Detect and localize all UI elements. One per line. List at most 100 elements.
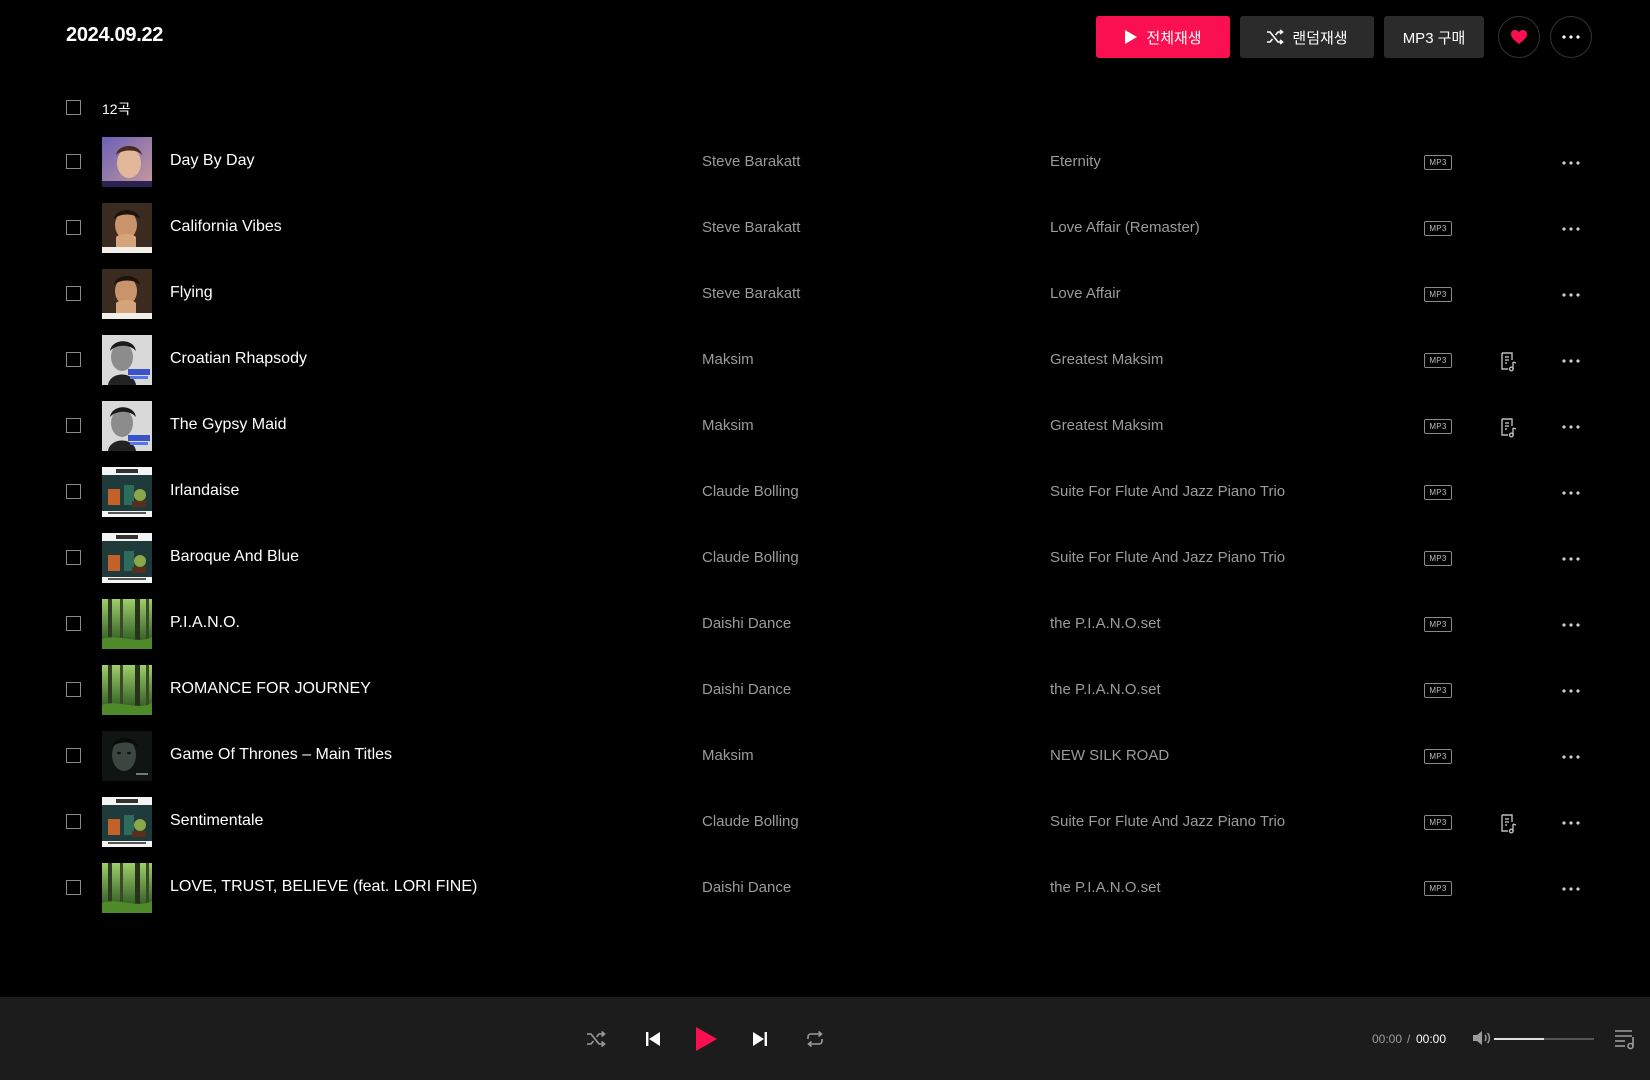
album-art[interactable]: [102, 203, 152, 253]
more-options-button[interactable]: [1550, 16, 1592, 58]
album-art[interactable]: [102, 665, 152, 715]
track-title[interactable]: LOVE, TRUST, BELIEVE (feat. LORI FINE): [170, 878, 477, 896]
track-artist[interactable]: Maksim: [702, 417, 754, 434]
album-art[interactable]: [102, 797, 152, 847]
track-album[interactable]: the P.I.A.N.O.set: [1050, 879, 1161, 896]
track-artist[interactable]: Claude Bolling: [702, 483, 799, 500]
track-artist[interactable]: Maksim: [702, 747, 754, 764]
track-album[interactable]: Eternity: [1050, 153, 1101, 170]
track-row[interactable]: P.I.A.N.O. Daishi Dance the P.I.A.N.O.set M…: [0, 592, 1650, 658]
track-artist[interactable]: Daishi Dance: [702, 879, 791, 896]
track-more-button[interactable]: [1560, 218, 1582, 240]
track-title[interactable]: P.I.A.N.O.: [170, 614, 240, 632]
album-art[interactable]: [102, 401, 152, 451]
track-checkbox[interactable]: [66, 616, 81, 631]
album-art[interactable]: [102, 137, 152, 187]
track-checkbox[interactable]: [66, 220, 81, 235]
track-row[interactable]: Baroque And Blue Claude Bolling Suite For …: [0, 526, 1650, 592]
album-art[interactable]: [102, 863, 152, 913]
track-checkbox[interactable]: [66, 154, 81, 169]
track-album[interactable]: Greatest Maksim: [1050, 417, 1163, 434]
album-art[interactable]: [102, 467, 152, 517]
track-album[interactable]: Love Affair: [1050, 285, 1121, 302]
previous-button[interactable]: [635, 1021, 671, 1057]
mp3-badge[interactable]: MP3: [1424, 815, 1452, 830]
track-title[interactable]: ROMANCE FOR JOURNEY: [170, 680, 371, 698]
track-artist[interactable]: Claude Bolling: [702, 549, 799, 566]
track-row[interactable]: Flying Steve Barakatt Love Affair MP3: [0, 262, 1650, 328]
volume-button[interactable]: [1470, 1027, 1492, 1049]
track-checkbox[interactable]: [66, 748, 81, 763]
track-more-button[interactable]: [1560, 152, 1582, 174]
track-checkbox[interactable]: [66, 880, 81, 895]
album-art[interactable]: [102, 335, 152, 385]
shuffle-button[interactable]: [578, 1021, 614, 1057]
track-more-button[interactable]: [1560, 680, 1582, 702]
track-album[interactable]: the P.I.A.N.O.set: [1050, 615, 1161, 632]
next-button[interactable]: [742, 1021, 778, 1057]
track-row[interactable]: Day By Day Steve Barakatt Eternity MP3: [0, 130, 1650, 196]
track-artist[interactable]: Steve Barakatt: [702, 153, 800, 170]
track-checkbox[interactable]: [66, 352, 81, 367]
lyrics-button[interactable]: [1497, 350, 1519, 372]
track-artist[interactable]: Maksim: [702, 351, 754, 368]
mp3-badge[interactable]: MP3: [1424, 617, 1452, 632]
mp3-badge[interactable]: MP3: [1424, 419, 1452, 434]
lyrics-button[interactable]: [1497, 416, 1519, 438]
track-more-button[interactable]: [1560, 614, 1582, 636]
track-checkbox[interactable]: [66, 286, 81, 301]
track-title[interactable]: Croatian Rhapsody: [170, 350, 307, 368]
track-row[interactable]: ROMANCE FOR JOURNEY Daishi Dance the P.I.A…: [0, 658, 1650, 724]
track-row[interactable]: LOVE, TRUST, BELIEVE (feat. LORI FINE) Da…: [0, 856, 1650, 922]
track-row[interactable]: The Gypsy Maid Maksim Greatest Maksim MP3: [0, 394, 1650, 460]
track-title[interactable]: Game Of Thrones – Main Titles: [170, 746, 392, 764]
track-album[interactable]: Suite For Flute And Jazz Piano Trio: [1050, 813, 1285, 830]
track-more-button[interactable]: [1560, 482, 1582, 504]
track-title[interactable]: Irlandaise: [170, 482, 239, 500]
track-row[interactable]: Irlandaise Claude Bolling Suite For Flute …: [0, 460, 1650, 526]
track-row[interactable]: Game Of Thrones – Main Titles Maksim NEW S…: [0, 724, 1650, 790]
lyrics-button[interactable]: [1497, 812, 1519, 834]
track-title[interactable]: Flying: [170, 284, 213, 302]
track-album[interactable]: NEW SILK ROAD: [1050, 747, 1169, 764]
track-checkbox[interactable]: [66, 484, 81, 499]
track-album[interactable]: Love Affair (Remaster): [1050, 219, 1200, 236]
track-title[interactable]: The Gypsy Maid: [170, 416, 286, 434]
track-title[interactable]: Day By Day: [170, 152, 254, 170]
track-more-button[interactable]: [1560, 548, 1582, 570]
track-more-button[interactable]: [1560, 416, 1582, 438]
album-art[interactable]: [102, 599, 152, 649]
mp3-badge[interactable]: MP3: [1424, 221, 1452, 236]
play-button[interactable]: [688, 1021, 724, 1057]
track-artist[interactable]: Claude Bolling: [702, 813, 799, 830]
track-checkbox[interactable]: [66, 418, 81, 433]
track-title[interactable]: Sentimentale: [170, 812, 263, 830]
mp3-badge[interactable]: MP3: [1424, 749, 1452, 764]
track-more-button[interactable]: [1560, 878, 1582, 900]
mp3-badge[interactable]: MP3: [1424, 551, 1452, 566]
track-checkbox[interactable]: [66, 682, 81, 697]
track-album[interactable]: Suite For Flute And Jazz Piano Trio: [1050, 549, 1285, 566]
mp3-badge[interactable]: MP3: [1424, 485, 1452, 500]
track-more-button[interactable]: [1560, 284, 1582, 306]
album-art[interactable]: [102, 533, 152, 583]
track-album[interactable]: Greatest Maksim: [1050, 351, 1163, 368]
track-artist[interactable]: Steve Barakatt: [702, 285, 800, 302]
mp3-badge[interactable]: MP3: [1424, 353, 1452, 368]
select-all-checkbox[interactable]: [66, 100, 81, 115]
track-more-button[interactable]: [1560, 812, 1582, 834]
track-row[interactable]: Croatian Rhapsody Maksim Greatest Maksim MP…: [0, 328, 1650, 394]
mp3-badge[interactable]: MP3: [1424, 683, 1452, 698]
mp3-badge[interactable]: MP3: [1424, 881, 1452, 896]
track-checkbox[interactable]: [66, 550, 81, 565]
track-artist[interactable]: Daishi Dance: [702, 615, 791, 632]
play-all-button[interactable]: 전체재생: [1096, 16, 1230, 58]
track-title[interactable]: Baroque And Blue: [170, 548, 299, 566]
track-row[interactable]: Sentimentale Claude Bolling Suite For Flut…: [0, 790, 1650, 856]
track-title[interactable]: California Vibes: [170, 218, 282, 236]
mp3-badge[interactable]: MP3: [1424, 287, 1452, 302]
shuffle-play-button[interactable]: 랜덤재생: [1240, 16, 1374, 58]
repeat-button[interactable]: [797, 1021, 833, 1057]
volume-slider[interactable]: [1494, 1038, 1594, 1040]
track-more-button[interactable]: [1560, 746, 1582, 768]
